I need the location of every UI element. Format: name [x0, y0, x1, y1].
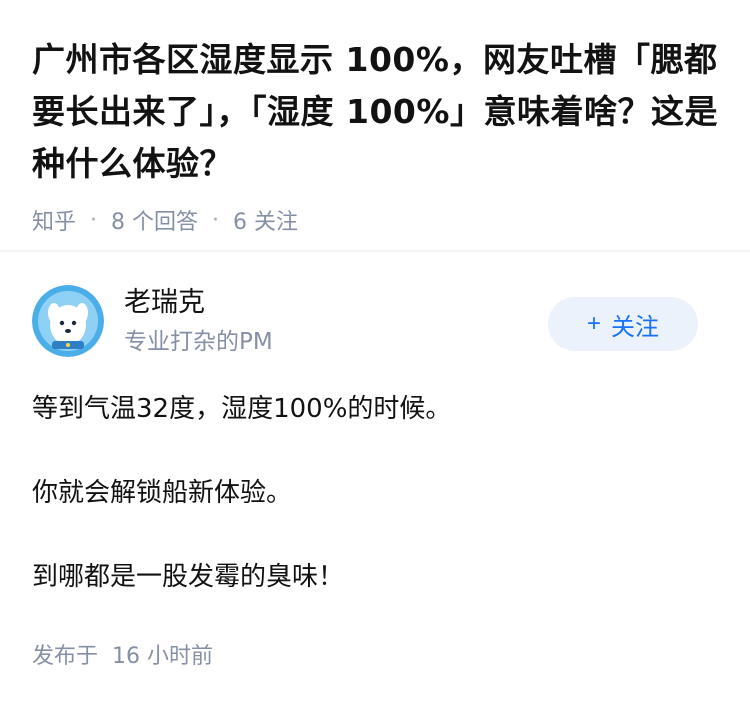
author-name[interactable]: 老瑞克 [124, 285, 273, 321]
answer-content: 等到气温32度，湿度100%的时候。 你就会解锁船新体验。 到哪都是一股发霉的臭… [32, 391, 718, 595]
source-label[interactable]: 知乎 [32, 204, 76, 236]
answer-paragraph: 等到气温32度，湿度100%的时候。 [32, 394, 452, 424]
author-info: 老瑞克 专业打杂的PM [124, 285, 273, 359]
answers-count[interactable]: 8 个回答 [111, 204, 198, 236]
separator-dot: · [90, 207, 98, 233]
separator-dot: · [212, 207, 220, 233]
author-headline: 专业打杂的PM [124, 329, 273, 355]
question-header: 广州市各区湿度显示 100%，网友吐槽「腮都要长出来了」，「湿度 100%」意味… [0, 0, 750, 250]
followers-count[interactable]: 6 关注 [233, 204, 298, 236]
follow-label: 关注 [611, 313, 659, 341]
avatar-image [32, 285, 104, 357]
plus-icon: + [586, 310, 601, 337]
answer-card: 老瑞克 专业打杂的PM + 关注 等到气温32度，湿度100%的时候。 你就会解… [0, 252, 750, 670]
zhihu-answer-page: 广州市各区湿度显示 100%，网友吐槽「腮都要长出来了」，「湿度 100%」意味… [0, 0, 750, 708]
author-row: 老瑞克 专业打杂的PM + 关注 [32, 285, 718, 359]
follow-button[interactable]: + 关注 [548, 297, 698, 351]
question-meta: 知乎 · 8 个回答 · 6 关注 [32, 204, 718, 236]
avatar[interactable] [32, 285, 104, 357]
answer-paragraph: 你就会解锁船新体验。 [32, 478, 293, 508]
question-title[interactable]: 广州市各区湿度显示 100%，网友吐槽「腮都要长出来了」，「湿度 100%」意味… [32, 34, 718, 190]
publish-time: 发布于 16 小时前 [32, 644, 213, 669]
answer-paragraph: 到哪都是一股发霉的臭味！ [32, 562, 345, 592]
